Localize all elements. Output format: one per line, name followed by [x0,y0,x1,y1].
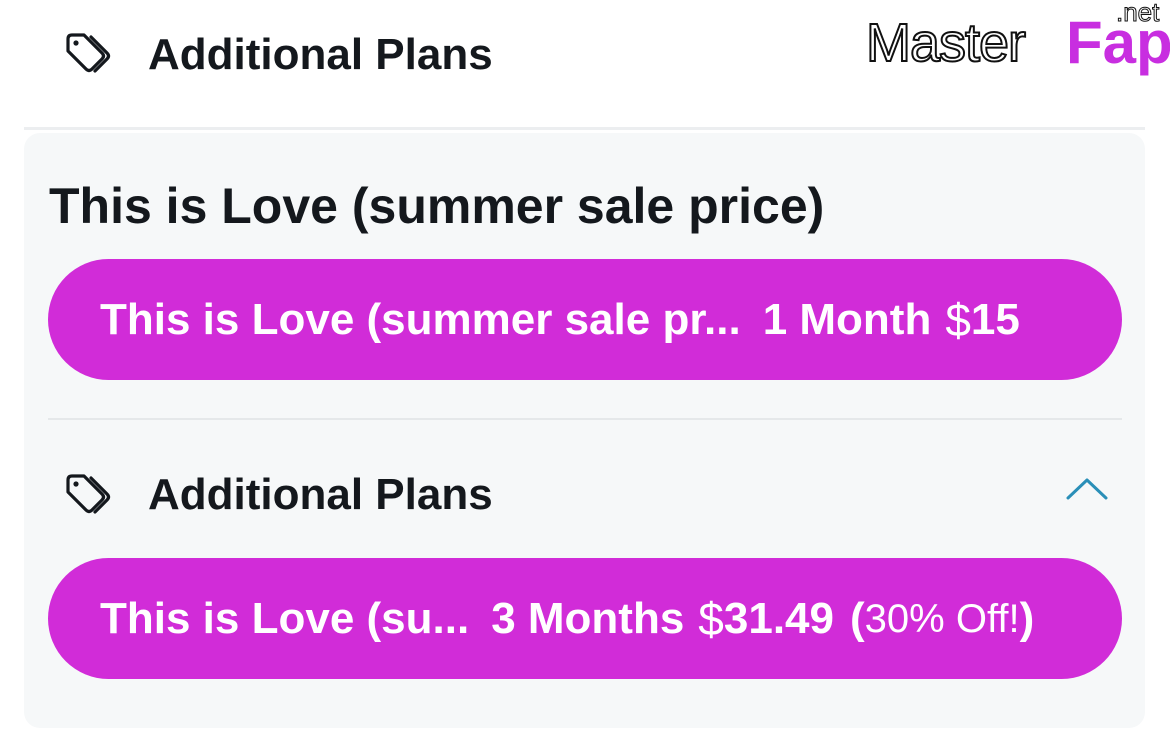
watermark-text-master: Master [865,12,1027,74]
tag-icon [66,474,111,514]
watermark-text-net: .net [1115,0,1160,27]
discount-paren-open: ( [850,593,865,643]
plan-option-duration: 1 Month [762,294,932,344]
watermark-logo: Master Fap .net [865,0,1170,78]
currency-symbol: $ [945,293,971,346]
divider [24,127,1145,130]
plan-option-name: This is Love (su... [100,593,470,643]
discount-paren-close: ) [1019,593,1035,643]
chevron-up-icon[interactable] [1064,473,1110,503]
section-title: Additional Plans [148,470,493,519]
plan-title: This is Love (summer sale price) [49,178,825,234]
plan-card: This is Love (summer sale price) This is… [24,133,1145,728]
plan-option-price: 15 [970,294,1020,344]
plan-option-3-months[interactable]: This is Love (su... 3 Months $ 31.49 ( 3… [48,558,1122,679]
plan-option-name: This is Love (summer sale pr... [100,294,741,344]
tag-icon [66,33,111,73]
plan-option-duration: 3 Months [491,593,685,643]
plan-option-1-month[interactable]: This is Love (summer sale pr... 1 Month … [48,259,1122,380]
plan-option-price: 31.49 [723,593,834,643]
currency-symbol: $ [698,592,724,645]
divider [48,418,1122,420]
discount-badge: 30% Off! [864,596,1020,641]
section-title: Additional Plans [148,30,493,79]
